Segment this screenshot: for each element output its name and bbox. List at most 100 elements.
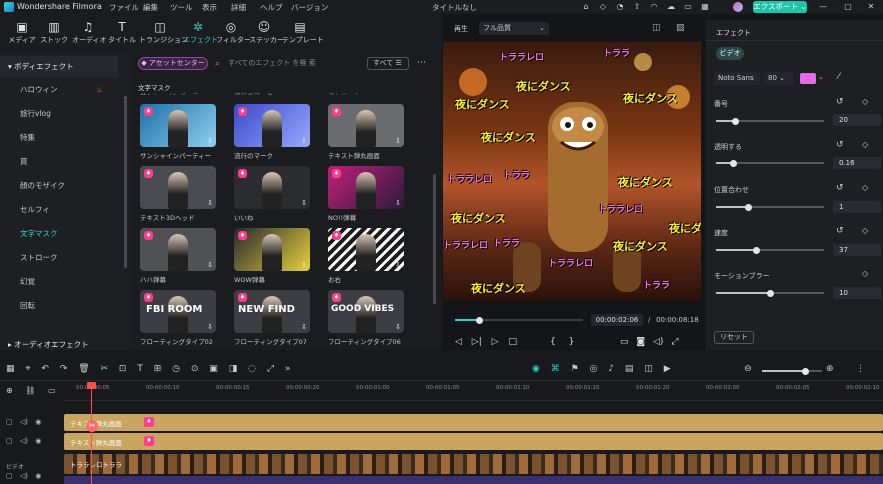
split-scissors-icon[interactable]: ✂ xyxy=(86,420,98,432)
speaker-icon[interactable]: ◁) xyxy=(20,472,28,480)
camera-icon[interactable]: ◙ xyxy=(636,337,645,347)
effect-thumb-floating-06[interactable]: ♦ GOOD VIBES ⇩ xyxy=(328,290,404,333)
trim-icon[interactable]: ⊞ xyxy=(154,364,162,374)
category-face-mosaic[interactable]: 顔のモザイク xyxy=(0,175,118,197)
marker-icon[interactable]: ⚑ xyxy=(571,364,579,374)
slider-knob[interactable] xyxy=(732,117,740,125)
lock-icon[interactable]: ▢ xyxy=(6,472,13,480)
step-play-icon[interactable]: ▷| xyxy=(472,337,482,347)
effect-thumb-like[interactable]: ♦ ⇩ xyxy=(234,166,310,209)
more-tools-icon[interactable]: » xyxy=(285,364,291,374)
playhead-handle[interactable] xyxy=(87,382,96,389)
effect-thumb-sunshine-party[interactable]: ♦ ⇩ xyxy=(140,104,216,147)
playback-tab[interactable]: 再生 xyxy=(454,24,468,34)
download-icon[interactable]: ⇩ xyxy=(207,261,213,269)
captions-icon[interactable]: ▤ xyxy=(625,364,634,374)
effect-thumb-right[interactable]: ♦ ⇩ xyxy=(328,228,404,271)
category-stroke[interactable]: ストローク xyxy=(0,247,118,269)
gift-icon[interactable]: ◇ xyxy=(598,2,608,12)
zoom-in-icon[interactable]: ⊕ xyxy=(826,364,834,374)
subtab-video[interactable]: ビデオ xyxy=(716,47,744,60)
keyframe-icon[interactable]: ◇ xyxy=(862,97,868,106)
menu-view[interactable]: 表示 xyxy=(202,2,217,13)
tab-effect[interactable]: エフェクト xyxy=(716,28,751,38)
menu-advanced[interactable]: 詳細 xyxy=(231,2,246,13)
param-slider[interactable] xyxy=(716,159,824,167)
tool-effects[interactable]: ✲ エフェクト xyxy=(183,19,218,53)
category-selfie[interactable]: セルフィ xyxy=(0,199,118,221)
select-icon[interactable]: ⌖ xyxy=(25,364,30,374)
category-buy[interactable]: 買 xyxy=(0,151,118,173)
reset-param-icon[interactable]: ↺ xyxy=(836,140,844,150)
category-rotate[interactable]: 回転 xyxy=(0,295,118,317)
keyframe-icon[interactable]: ◇ xyxy=(862,140,868,149)
render-icon[interactable]: ▶ xyxy=(664,364,671,374)
freeze-icon[interactable]: ▣ xyxy=(209,364,218,374)
slider-knob[interactable] xyxy=(752,246,760,254)
keyframe-icon[interactable]: ◇ xyxy=(862,269,868,278)
menu-help[interactable]: ヘルプ xyxy=(260,2,283,13)
keyframe-icon[interactable]: ◇ xyxy=(862,183,868,192)
stop-icon[interactable]: □ xyxy=(508,337,517,347)
layout-icon[interactable]: ▦ xyxy=(6,364,15,374)
zoom-out-icon[interactable]: ⊖ xyxy=(744,364,752,374)
effect-thumb-text-3d-head[interactable]: ♦ ⇩ xyxy=(140,166,216,209)
zoom-slider[interactable] xyxy=(762,367,822,375)
tool-media[interactable]: ▣ メディア xyxy=(8,19,36,53)
effect-thumb-wow-barrage[interactable]: ♦ ⇩ xyxy=(234,228,310,271)
font-color-swatch[interactable] xyxy=(800,73,816,84)
menu-version[interactable]: バージョン xyxy=(291,2,328,13)
cloud-icon[interactable]: ☁ xyxy=(666,2,676,12)
speaker-icon[interactable]: ◁) xyxy=(20,437,28,445)
download-icon[interactable]: ⇩ xyxy=(207,199,213,207)
param-value-input[interactable]: 37 xyxy=(833,244,881,256)
video-track-clip[interactable]: トララレロトララ xyxy=(64,454,883,474)
effect-thumb-haha-barrage[interactable]: ♦ ⇩ xyxy=(140,228,216,271)
effect-thumb-floating-02[interactable]: ♦ FBI ROOM ⇩ xyxy=(140,290,216,333)
effect-thumb-trend-mark[interactable]: ♦ ⇩ xyxy=(234,104,310,147)
playhead-line[interactable] xyxy=(91,382,92,484)
effects-scrollbar[interactable] xyxy=(433,174,436,304)
download-icon[interactable]: ⇩ xyxy=(301,199,307,207)
download-icon[interactable]: ⇩ xyxy=(395,199,401,207)
slider-knob[interactable] xyxy=(767,289,774,297)
ai-icon[interactable]: ◉ xyxy=(532,364,540,374)
menu-edit[interactable]: 編集 xyxy=(143,2,158,13)
speed-icon[interactable]: ⊙ xyxy=(191,364,199,374)
category-travel-vlog[interactable]: 旅行vlog xyxy=(0,103,118,125)
eyedropper-icon[interactable]: ⁄ xyxy=(838,72,840,82)
category-feature[interactable]: 特集 xyxy=(0,127,118,149)
tool-sticker[interactable]: ☺ ステッカー xyxy=(249,19,284,53)
link-icon[interactable]: ⛓ xyxy=(25,386,35,395)
timer-icon[interactable]: ◷ xyxy=(172,364,180,374)
param-value-input[interactable]: 10 xyxy=(833,287,881,299)
eye-icon[interactable]: ◉ xyxy=(35,437,41,445)
store-icon[interactable]: ⌂ xyxy=(581,2,591,12)
crop-icon[interactable]: ⊡ xyxy=(119,364,127,374)
effect-track-clip[interactable]: テキスト弾丸画面 ♦ xyxy=(64,414,883,431)
download-icon[interactable]: ⇩ xyxy=(207,323,213,331)
more-options-icon[interactable]: ⋯ xyxy=(417,58,426,68)
download-icon[interactable]: ⇩ xyxy=(301,137,307,145)
reset-button[interactable]: リセット xyxy=(714,331,754,344)
split-view-icon[interactable]: ◫ xyxy=(652,23,661,33)
cut-icon[interactable]: ✂ xyxy=(101,364,109,374)
export-button[interactable]: エクスポート ⌄ xyxy=(753,1,807,13)
headset-icon[interactable]: ◠ xyxy=(649,2,659,12)
lock-icon[interactable]: ▢ xyxy=(6,437,13,445)
close-icon[interactable]: ✕ xyxy=(866,2,876,12)
split-screen-icon[interactable]: ◫ xyxy=(644,364,653,374)
audio-waveform[interactable] xyxy=(64,476,883,484)
download-icon[interactable]: ⇩ xyxy=(395,261,401,269)
screen-icon[interactable]: ▭ xyxy=(683,2,693,12)
category-text-mask[interactable]: 文字マスク xyxy=(0,223,118,245)
keyframe-icon[interactable]: ◇ xyxy=(862,226,868,235)
text-icon[interactable]: T xyxy=(137,364,143,374)
snap-icon[interactable]: ⌘ xyxy=(551,364,560,374)
effect-thumb-no-barrage[interactable]: ♦ ⇩ xyxy=(328,166,404,209)
current-time[interactable]: 00:00:02:06 xyxy=(591,314,643,326)
upload-icon[interactable]: ⇧ xyxy=(632,2,642,12)
maximize-icon[interactable]: ▢ xyxy=(843,2,853,12)
prev-frame-icon[interactable]: ◁ xyxy=(455,337,462,347)
snapshot-icon[interactable]: ▨ xyxy=(676,23,685,33)
